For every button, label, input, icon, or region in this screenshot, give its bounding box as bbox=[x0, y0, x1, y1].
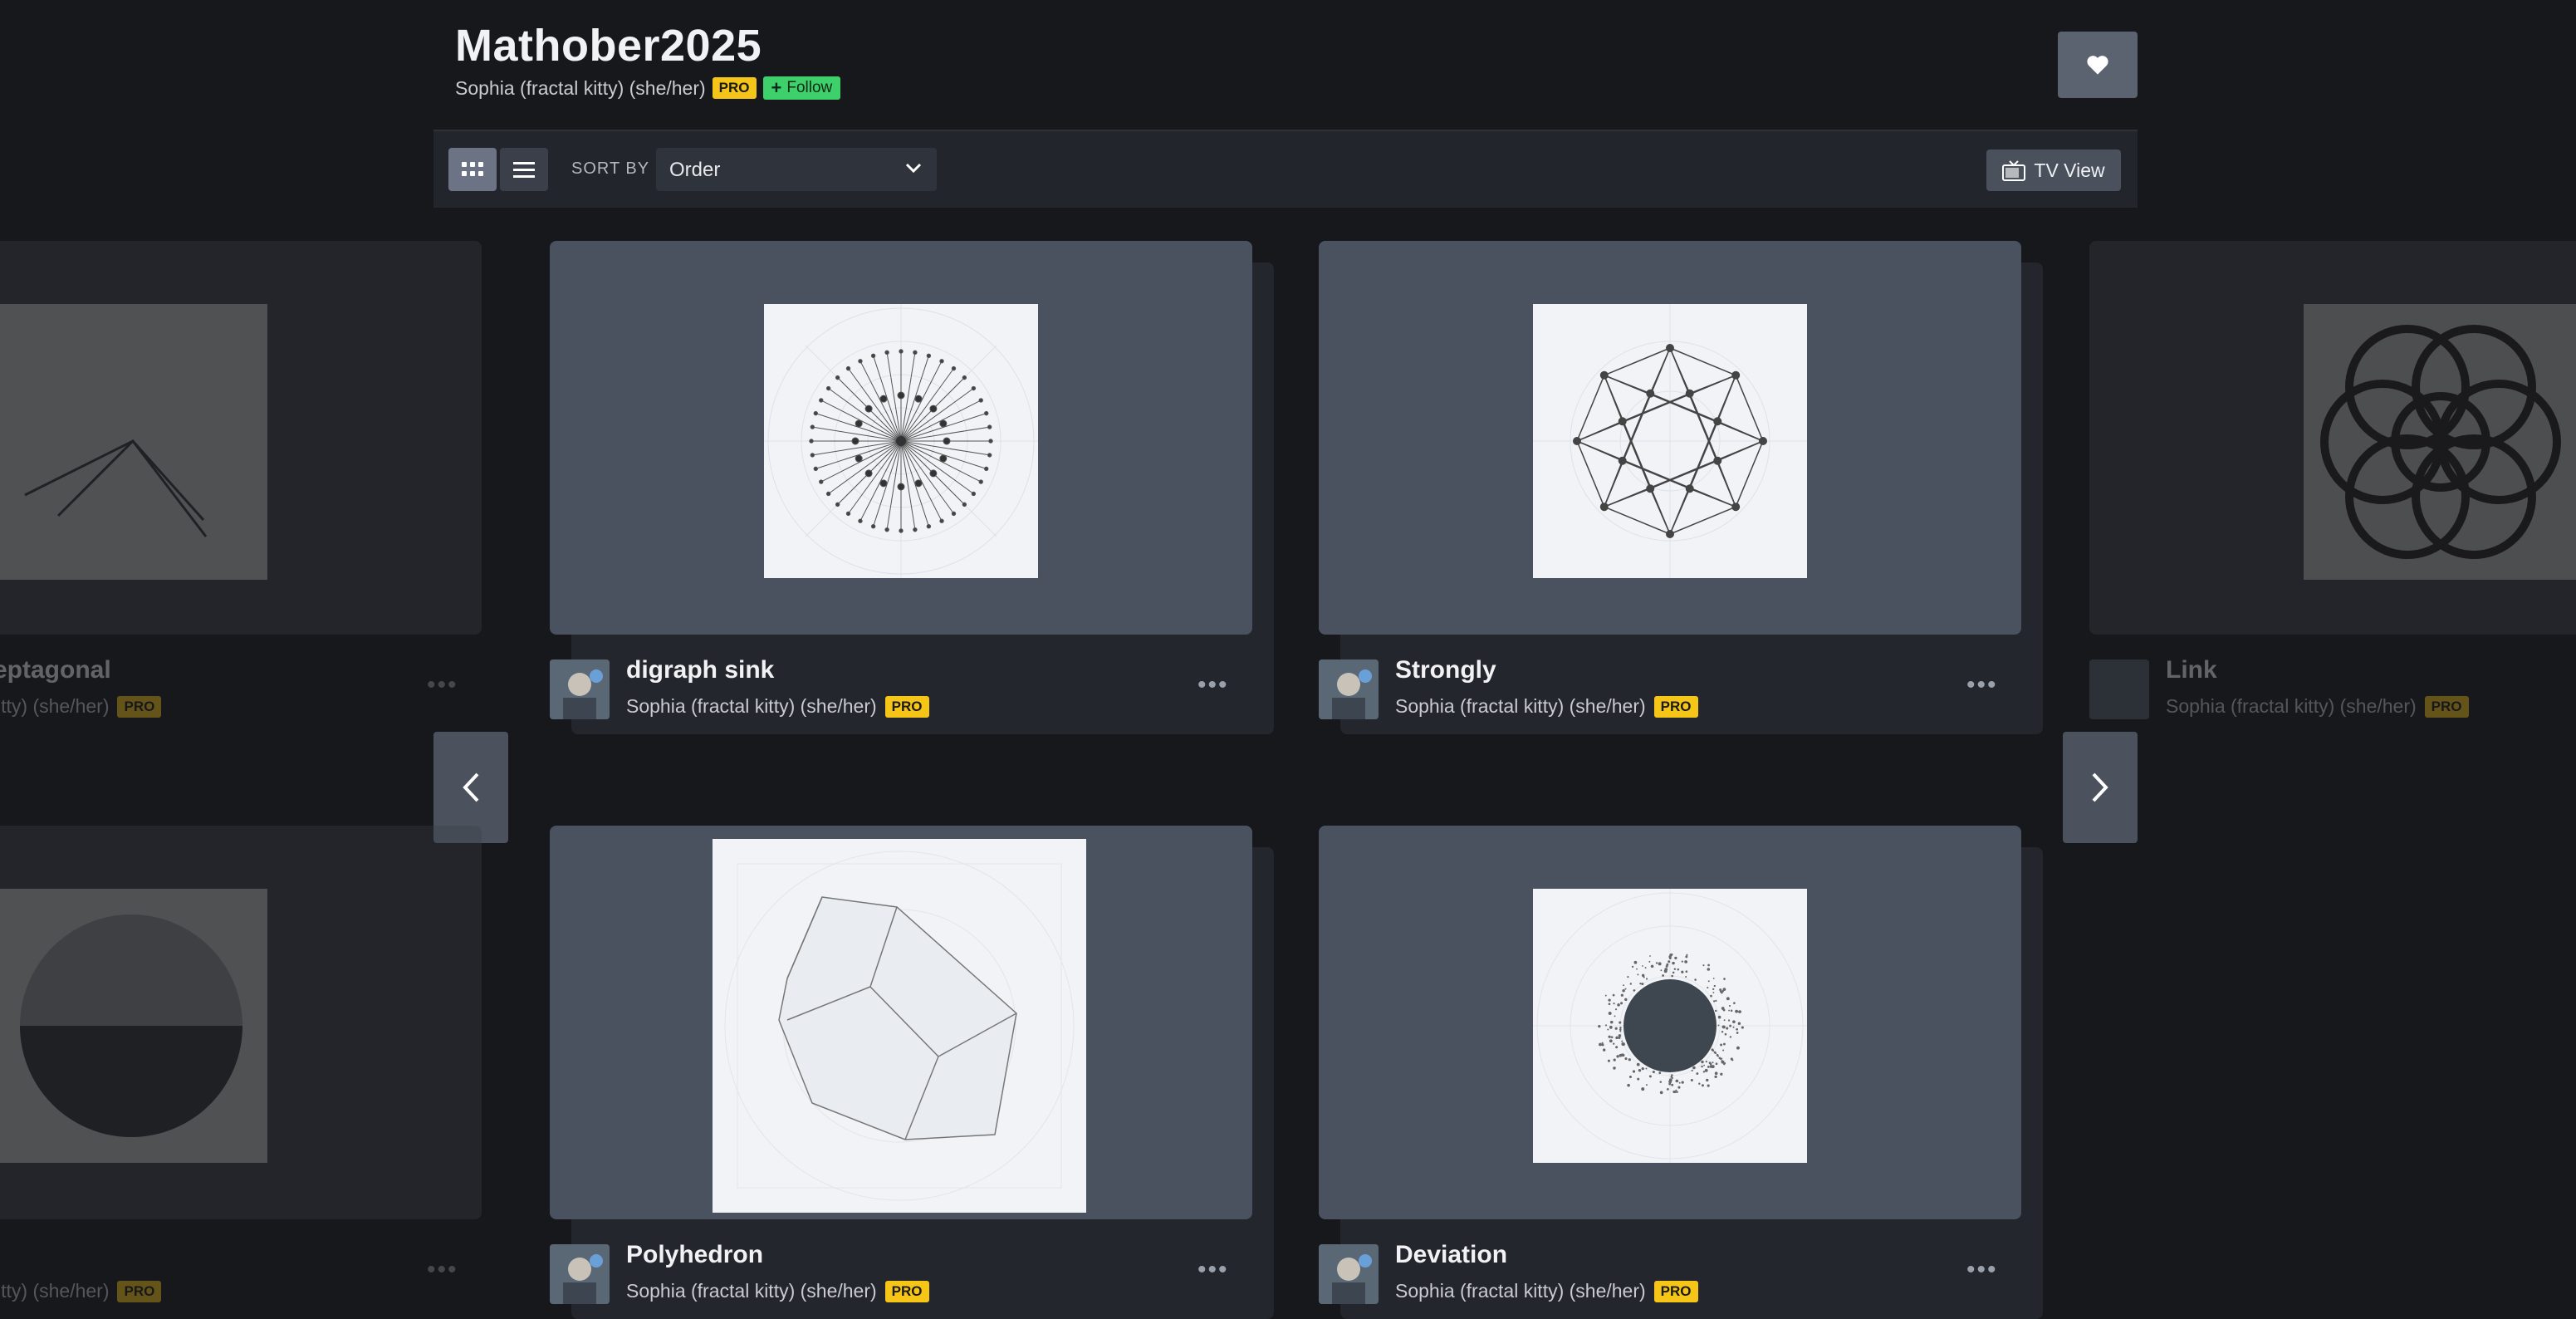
author-name[interactable]: Sophia (fractal kitty) (she/her) bbox=[626, 1280, 877, 1302]
card-author: Sophia (fractal kitty) (she/her) PRO bbox=[626, 1280, 929, 1302]
author-name[interactable]: itty) (she/her) bbox=[0, 695, 109, 718]
tv-view-button[interactable]: TV View bbox=[1986, 150, 2121, 191]
card-author: Sophia (fractal kitty) (she/her) PRO bbox=[2166, 695, 2469, 718]
page-title: Mathober2025 bbox=[455, 21, 762, 71]
more-options-icon[interactable]: ••• bbox=[1197, 1256, 1229, 1284]
follow-button[interactable]: + Follow bbox=[762, 76, 841, 100]
artwork-thumbnail bbox=[0, 304, 267, 580]
toolbar: SORT BY Order TV View bbox=[433, 130, 2138, 208]
avatar[interactable] bbox=[550, 660, 610, 719]
card-title[interactable]: Deviation bbox=[1395, 1241, 1507, 1269]
author-name[interactable]: Sophia (fractal kitty) (she/her) bbox=[626, 695, 877, 718]
artwork-thumbnail bbox=[764, 304, 1038, 578]
author-name[interactable]: Sophia (fractal kitty) (she/her) bbox=[1395, 1280, 1646, 1302]
pro-badge: PRO bbox=[1653, 1280, 1698, 1302]
avatar[interactable] bbox=[550, 1244, 610, 1304]
owner-name[interactable]: Sophia (fractal kitty) (she/her) bbox=[455, 77, 706, 100]
chevron-down-icon bbox=[905, 163, 922, 174]
more-options-icon[interactable]: ••• bbox=[1966, 1256, 1998, 1284]
pro-badge: PRO bbox=[712, 77, 757, 99]
card-author: itty) (she/her) PRO bbox=[0, 1280, 162, 1302]
card-author: Sophia (fractal kitty) (she/her) PRO bbox=[1395, 1280, 1698, 1302]
plus-icon: + bbox=[771, 77, 782, 98]
pro-badge: PRO bbox=[117, 1280, 162, 1302]
card-title[interactable]: Link bbox=[2166, 656, 2217, 684]
more-options-icon[interactable]: ••• bbox=[427, 671, 458, 699]
pro-badge: PRO bbox=[2424, 695, 2469, 718]
avatar[interactable] bbox=[1319, 660, 1379, 719]
like-button[interactable] bbox=[2058, 32, 2138, 98]
artwork-thumbnail bbox=[2304, 304, 2576, 580]
artwork-thumbnail bbox=[0, 889, 267, 1163]
author-name[interactable]: Sophia (fractal kitty) (she/her) bbox=[1395, 695, 1646, 718]
author-name[interactable]: itty) (she/her) bbox=[0, 1280, 109, 1302]
more-options-icon[interactable]: ••• bbox=[1197, 671, 1229, 699]
pro-badge: PRO bbox=[117, 695, 162, 718]
avatar[interactable] bbox=[2089, 660, 2149, 719]
list-view-button[interactable] bbox=[500, 148, 548, 191]
pro-badge: PRO bbox=[884, 1280, 929, 1302]
tv-icon bbox=[2002, 160, 2026, 181]
next-button[interactable] bbox=[2063, 732, 2138, 843]
follow-label: Follow bbox=[786, 79, 833, 96]
avatar[interactable] bbox=[1319, 1244, 1379, 1304]
chevron-left-icon bbox=[463, 772, 479, 802]
card-author: Sophia (fractal kitty) (she/her) PRO bbox=[626, 695, 929, 718]
more-options-icon[interactable]: ••• bbox=[427, 1256, 458, 1284]
card-title[interactable]: digraph sink bbox=[626, 656, 774, 684]
card-title[interactable]: eptagonal bbox=[0, 656, 111, 684]
sort-label: SORT BY bbox=[571, 159, 650, 178]
sort-value: Order bbox=[669, 159, 721, 181]
more-options-icon[interactable]: ••• bbox=[1966, 671, 1998, 699]
card-title[interactable]: Strongly bbox=[1395, 656, 1496, 684]
owner-line: Sophia (fractal kitty) (she/her) PRO + F… bbox=[455, 76, 841, 100]
artwork-thumbnail bbox=[1533, 889, 1807, 1163]
pro-badge: PRO bbox=[1653, 695, 1698, 718]
card-author: Sophia (fractal kitty) (she/her) PRO bbox=[1395, 695, 1698, 718]
sort-select[interactable]: Order bbox=[656, 148, 937, 191]
pro-badge: PRO bbox=[884, 695, 929, 718]
grid-view-icon bbox=[462, 162, 483, 176]
grid-view-button[interactable] bbox=[448, 148, 497, 191]
heart-icon bbox=[2087, 56, 2108, 75]
tv-view-label: TV View bbox=[2034, 159, 2105, 181]
card-title[interactable]: Polyhedron bbox=[626, 1241, 763, 1269]
chevron-right-icon bbox=[2092, 772, 2108, 802]
author-name[interactable]: Sophia (fractal kitty) (she/her) bbox=[2166, 695, 2417, 718]
artwork-thumbnail bbox=[713, 839, 1086, 1213]
card-author: itty) (she/her) PRO bbox=[0, 695, 162, 718]
artwork-thumbnail bbox=[1533, 304, 1807, 578]
list-view-icon bbox=[513, 162, 535, 178]
